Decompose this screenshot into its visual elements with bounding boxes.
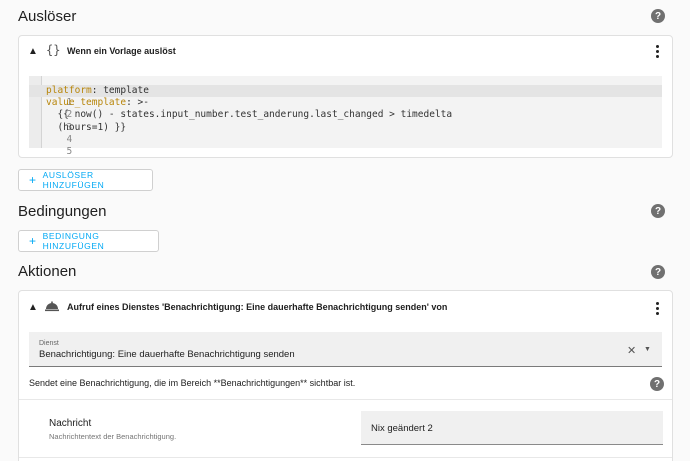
field-name: Nachricht xyxy=(49,418,92,429)
section-title-triggers: Auslöser xyxy=(18,8,77,25)
divider xyxy=(19,399,672,400)
trigger-card-title: Wenn ein Vorlage auslöst xyxy=(67,46,176,56)
section-title-conditions: Bedingungen xyxy=(18,203,107,220)
code-line: 2 value_template: >- xyxy=(29,97,662,120)
add-trigger-button[interactable]: + AUSLÖSER HINZUFÜGEN xyxy=(18,169,153,191)
code-line: 1 platform: template xyxy=(29,85,662,108)
code-line: 4 (hours=1) }} xyxy=(29,121,662,145)
action-card-header[interactable]: ▲ Aufruf eines Dienstes 'Benachrichtigun… xyxy=(19,291,672,321)
service-select[interactable]: Dienst Benachrichtigung: Eine dauerhafte… xyxy=(29,332,662,367)
help-icon[interactable]: ? xyxy=(651,204,665,218)
help-icon[interactable]: ? xyxy=(650,377,664,391)
add-condition-button[interactable]: + BEDINGUNG HINZUFÜGEN xyxy=(18,230,159,252)
room-service-icon xyxy=(45,301,59,312)
message-input[interactable]: Nix geändert 2 xyxy=(361,411,663,445)
action-card-title: Aufruf eines Dienstes 'Benachrichtigung:… xyxy=(67,302,448,312)
message-input-value: Nix geändert 2 xyxy=(371,423,433,434)
code-text: (hours=1) }} xyxy=(46,121,127,133)
add-trigger-label: AUSLÖSER HINZUFÜGEN xyxy=(42,170,105,190)
service-field-value: Benachrichtigung: Eine dauerhafte Benach… xyxy=(39,349,295,360)
code-text: : template xyxy=(91,85,149,96)
trigger-card: ▲ {} Wenn ein Vorlage auslöst 1 platform… xyxy=(18,35,673,158)
plus-icon: + xyxy=(29,234,37,248)
add-condition-label: BEDINGUNG HINZUFÜGEN xyxy=(42,231,105,251)
divider xyxy=(19,457,672,458)
code-key: platform xyxy=(46,85,92,96)
line-number: 5 xyxy=(66,146,73,157)
code-text: : >- xyxy=(126,97,149,109)
field-hint: Nachrichtentext der Benachrichtigung. xyxy=(49,432,177,441)
code-editor[interactable]: 1 platform: template 2 value_template: >… xyxy=(29,76,662,157)
action-card: ▲ Aufruf eines Dienstes 'Benachrichtigun… xyxy=(18,290,673,461)
clear-icon[interactable]: ✕ xyxy=(627,344,636,357)
code-line: 5 xyxy=(29,134,662,157)
more-vert-icon[interactable] xyxy=(656,45,660,58)
service-field-label: Dienst xyxy=(39,340,59,347)
code-line: 3 {{ now() - states.input_number.test_an… xyxy=(29,109,662,132)
template-braces-icon: {} xyxy=(46,43,61,57)
more-vert-icon[interactable] xyxy=(656,302,660,315)
section-title-actions: Aktionen xyxy=(18,263,77,280)
chevron-up-icon[interactable]: ▲ xyxy=(28,302,38,313)
dropdown-arrow-icon[interactable]: ▼ xyxy=(644,346,651,353)
trigger-card-header[interactable]: ▲ {} Wenn ein Vorlage auslöst xyxy=(19,36,672,66)
code-key: value_template xyxy=(46,97,127,109)
help-icon[interactable]: ? xyxy=(651,265,665,279)
help-icon[interactable]: ? xyxy=(651,9,665,23)
service-description: Sendet eine Benachrichtigung, die im Ber… xyxy=(29,378,356,388)
plus-icon: + xyxy=(29,173,37,187)
chevron-up-icon[interactable]: ▲ xyxy=(28,46,38,57)
code-text: {{ now() - states.input_number.test_ande… xyxy=(46,109,453,121)
